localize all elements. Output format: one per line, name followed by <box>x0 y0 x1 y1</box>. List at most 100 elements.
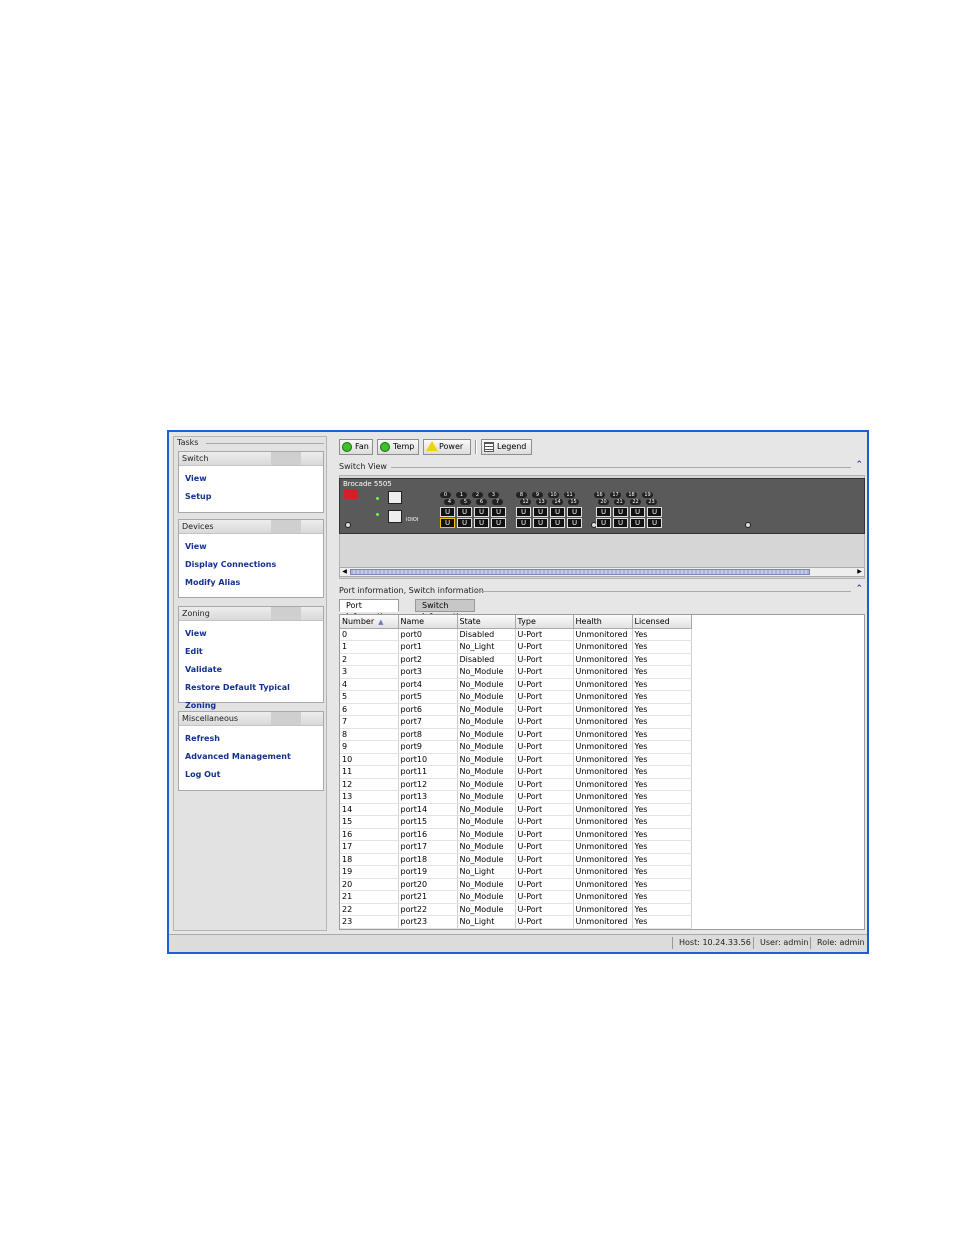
switch-faceplate: Brocade 5505 IOIOI 0 4 1 5 2 6 3 7 8 12 … <box>339 478 865 534</box>
fc-port[interactable]: U <box>457 518 472 528</box>
fc-port[interactable]: U <box>516 507 531 517</box>
power-button[interactable]: Power <box>423 439 471 455</box>
fc-port[interactable]: U <box>613 518 628 528</box>
modify-alias-link[interactable]: Modify Alias <box>185 574 317 592</box>
advanced-management-link[interactable]: Advanced Management <box>185 748 317 766</box>
fc-port[interactable]: U <box>491 518 506 528</box>
column-header-number[interactable]: Number ▲ <box>340 615 399 629</box>
table-row[interactable]: 18 port18 No_Module U-Port Unmonitored Yes <box>340 853 692 866</box>
table-row[interactable]: 3 port3 No_Module U-Port Unmonitored Yes <box>340 665 692 679</box>
table-row[interactable]: 7 port7 No_Module U-Port Unmonitored Yes <box>340 715 692 729</box>
table-row[interactable]: 10 port10 No_Module U-Port Unmonitored Yes <box>340 753 692 766</box>
table-cell: Unmonitored <box>573 803 633 816</box>
fc-port[interactable]: U <box>630 518 645 528</box>
table-row[interactable]: 0 port0 Disabled U-Port Unmonitored Yes <box>340 628 692 641</box>
table-cell: 20 <box>340 878 399 891</box>
ethernet-port-icon[interactable] <box>388 510 402 523</box>
table-row[interactable]: 20 port20 No_Module U-Port Unmonitored Yes <box>340 878 692 891</box>
zoning-edit-link[interactable]: Edit <box>185 643 317 661</box>
scroll-right-icon[interactable]: ▶ <box>855 568 864 576</box>
devices-view-link[interactable]: View <box>185 538 317 556</box>
table-row[interactable]: 1 port1 No_Light U-Port Unmonitored Yes <box>340 640 692 654</box>
table-row[interactable]: 11 port11 No_Module U-Port Unmonitored Yes <box>340 765 692 779</box>
scroll-left-icon[interactable]: ◀ <box>340 568 349 576</box>
legend-button[interactable]: Legend <box>481 439 532 455</box>
table-row[interactable]: 6 port6 No_Module U-Port Unmonitored Yes <box>340 703 692 716</box>
fc-port[interactable]: U <box>457 507 472 517</box>
table-row[interactable]: 4 port4 No_Module U-Port Unmonitored Yes <box>340 678 692 691</box>
collapse-switch-view-icon[interactable]: ⌃ <box>855 460 863 470</box>
fc-port[interactable]: U <box>647 507 662 517</box>
column-header-health[interactable]: Health <box>573 615 633 629</box>
refresh-link[interactable]: Refresh <box>185 730 317 748</box>
table-row[interactable]: 5 port5 No_Module U-Port Unmonitored Yes <box>340 690 692 704</box>
collapse-info-icon[interactable]: ⌃ <box>855 584 863 594</box>
scrollbar-thumb[interactable] <box>350 569 810 575</box>
fc-port[interactable]: U <box>491 507 506 517</box>
switch-view-scrollbar[interactable]: ◀ ▶ <box>339 567 865 577</box>
switch-setup-link[interactable]: Setup <box>185 488 317 506</box>
restore-default-zoning-link[interactable]: Restore Default Typical Zoning <box>185 679 317 710</box>
table-row[interactable]: 21 port21 No_Module U-Port Unmonitored Yes <box>340 890 692 904</box>
status-separator <box>810 937 811 949</box>
tab-port-information[interactable]: Port Information <box>339 599 400 621</box>
temp-button[interactable]: Temp <box>377 439 419 455</box>
table-row[interactable]: 9 port9 No_Module U-Port Unmonitored Yes <box>340 740 692 754</box>
fc-port-selected[interactable]: U <box>440 518 455 528</box>
fc-port[interactable]: U <box>474 507 489 517</box>
column-header-state[interactable]: State <box>457 615 516 629</box>
table-cell: Yes <box>632 878 692 891</box>
fc-port[interactable]: U <box>474 518 489 528</box>
port-number: 23 <box>646 499 657 505</box>
display-connections-link[interactable]: Display Connections <box>185 556 317 574</box>
tab-switch-information[interactable]: Switch Information <box>415 599 476 621</box>
fc-port[interactable]: U <box>596 518 611 528</box>
column-header-name[interactable]: Name <box>398 615 458 629</box>
table-row[interactable]: 23 port23 No_Light U-Port Unmonitored Yes <box>340 915 692 929</box>
fc-port[interactable]: U <box>533 518 548 528</box>
table-cell: Unmonitored <box>573 878 633 891</box>
power-led-icon <box>376 513 379 516</box>
table-row[interactable]: 22 port22 No_Module U-Port Unmonitored Yes <box>340 903 692 916</box>
column-header-type[interactable]: Type <box>515 615 574 629</box>
table-row[interactable]: 2 port2 Disabled U-Port Unmonitored Yes <box>340 653 692 666</box>
switch-model-label: Brocade 5505 <box>343 480 392 488</box>
table-cell: U-Port <box>515 703 574 716</box>
table-cell: port4 <box>398 678 458 691</box>
log-out-link[interactable]: Log Out <box>185 766 317 784</box>
user-status: User: admin <box>760 938 809 947</box>
table-cell: Yes <box>632 628 692 641</box>
fc-port[interactable]: U <box>550 507 565 517</box>
fc-port[interactable]: U <box>440 507 455 517</box>
table-cell: port7 <box>398 715 458 729</box>
table-cell: Unmonitored <box>573 865 633 879</box>
fc-port[interactable]: U <box>567 518 582 528</box>
table-cell: Yes <box>632 703 692 716</box>
fc-port[interactable]: U <box>613 507 628 517</box>
table-row[interactable]: 13 port13 No_Module U-Port Unmonitored Yes <box>340 790 692 804</box>
table-row[interactable]: 15 port15 No_Module U-Port Unmonitored Yes <box>340 815 692 829</box>
zoning-view-link[interactable]: View <box>185 625 317 643</box>
zoning-validate-link[interactable]: Validate <box>185 661 317 679</box>
fc-port[interactable]: U <box>630 507 645 517</box>
column-header-licensed[interactable]: Licensed <box>632 615 692 629</box>
fc-port[interactable]: U <box>647 518 662 528</box>
fc-port[interactable]: U <box>516 518 531 528</box>
switch-view-link[interactable]: View <box>185 470 317 488</box>
fan-button[interactable]: Fan <box>339 439 373 455</box>
table-row[interactable]: 12 port12 No_Module U-Port Unmonitored Yes <box>340 778 692 791</box>
fc-port[interactable]: U <box>567 507 582 517</box>
fc-port[interactable]: U <box>550 518 565 528</box>
task-group-title: Devices <box>179 520 323 534</box>
table-row[interactable]: 17 port17 No_Module U-Port Unmonitored Yes <box>340 840 692 854</box>
table-cell: Unmonitored <box>573 815 633 829</box>
table-row[interactable]: 16 port16 No_Module U-Port Unmonitored Yes <box>340 828 692 841</box>
fc-port[interactable]: U <box>596 507 611 517</box>
ethernet-port-icon[interactable] <box>388 491 402 504</box>
task-group-title: Miscellaneous <box>179 712 323 726</box>
table-row[interactable]: 14 port14 No_Module U-Port Unmonitored Yes <box>340 803 692 816</box>
port-number: 4 <box>444 499 455 505</box>
table-row[interactable]: 8 port8 No_Module U-Port Unmonitored Yes <box>340 728 692 741</box>
fc-port[interactable]: U <box>533 507 548 517</box>
table-row[interactable]: 19 port19 No_Light U-Port Unmonitored Yes <box>340 865 692 879</box>
